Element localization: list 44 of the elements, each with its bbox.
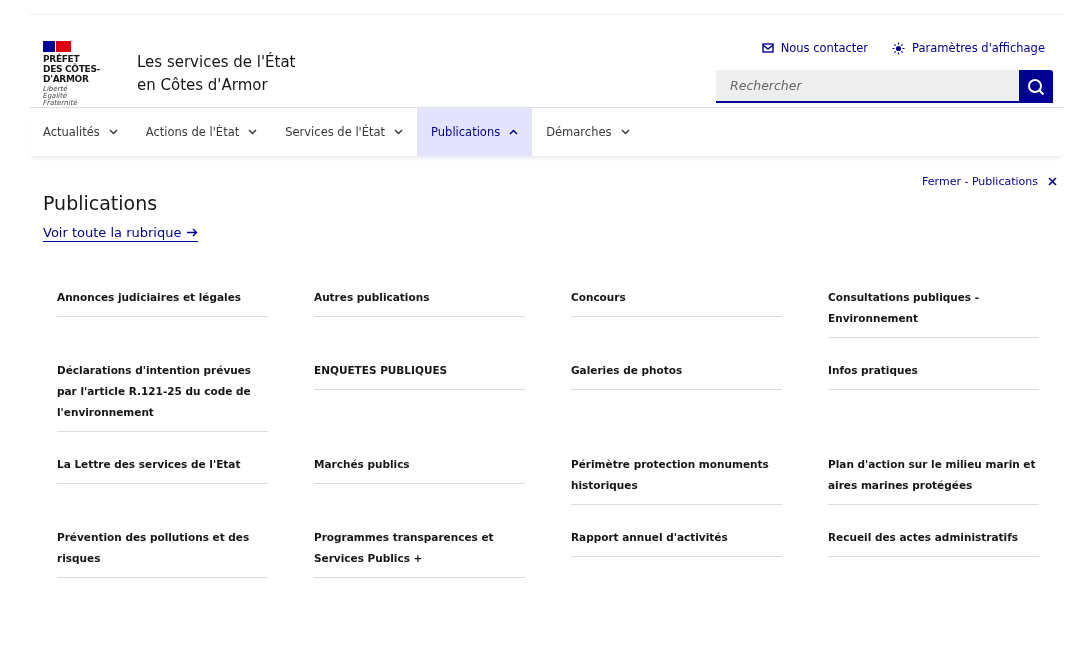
search-icon <box>1027 77 1045 96</box>
logo-text: DES CÔTES- <box>43 64 101 74</box>
site-title: en Côtes d'Armor <box>137 75 269 96</box>
chevron-down-icon <box>394 129 404 135</box>
header-link[interactable]: Nous contacter <box>761 41 869 55</box>
menu-link[interactable]: Annonces judiciaires et légales <box>57 287 268 317</box>
menu-link[interactable]: Rapport annuel d'activités <box>571 527 782 557</box>
menu-link[interactable]: Galeries de photos <box>571 360 782 390</box>
menu-link[interactable]: Déclarations d'intention prévues par l'article R.121-25 du code de l'environnement <box>57 360 268 432</box>
logo-text: D'ARMOR <box>43 74 90 84</box>
chevron-down-icon <box>620 129 630 135</box>
nav-tab[interactable]: Démarches <box>532 108 644 156</box>
close-icon <box>1048 177 1057 186</box>
sun-icon <box>892 41 906 55</box>
arrow-icon <box>187 228 199 237</box>
chevron-up-icon <box>509 129 519 135</box>
menu-link[interactable]: Périmètre protection monuments historiques <box>571 454 782 505</box>
search-button[interactable] <box>1019 70 1053 103</box>
header-link[interactable]: Paramètres d'affichage <box>892 41 1045 55</box>
menu-link[interactable]: Recueil des actes administratifs <box>828 527 1039 557</box>
menu-link[interactable]: Consultations publiques - Environnement <box>828 287 1039 338</box>
nav-tab[interactable]: Actions de l'État <box>131 108 272 156</box>
nav-tab[interactable]: Services de l'État <box>271 108 418 156</box>
nav-tab[interactable]: Actualités <box>30 108 132 156</box>
see-all-link[interactable]: Voir toute la rubrique <box>43 225 199 242</box>
menu-title: Publications <box>43 192 159 214</box>
flag-icon <box>43 41 71 52</box>
menu-link[interactable]: Infos pratiques <box>828 360 1039 390</box>
menu-link[interactable]: Prévention des pollutions et des risques <box>57 527 268 578</box>
chevron-down-icon <box>248 129 258 135</box>
menu-link[interactable]: Marchés publics <box>314 454 525 484</box>
mail-icon <box>761 43 774 53</box>
close-button[interactable]: Fermer - Publications <box>916 175 1063 188</box>
chevron-down-icon <box>108 129 118 135</box>
menu-link[interactable]: Concours <box>571 287 782 317</box>
search-field[interactable]: Rechercher <box>716 70 1019 103</box>
menu-link[interactable]: Autres publications <box>314 287 525 317</box>
menu-link[interactable]: La Lettre des services de l'Etat <box>57 454 268 484</box>
site-title: Les services de l'État <box>137 51 296 73</box>
menu-link[interactable]: Plan d'action sur le milieu marin et aires marines protégées <box>828 454 1039 505</box>
nav-tab[interactable]: Publications <box>417 108 533 156</box>
menu-link[interactable]: ENQUETES PUBLIQUES <box>314 360 525 390</box>
menu-link[interactable]: Programmes transparences et Services Publics + <box>314 527 525 578</box>
logo-text: PRÉFET <box>43 54 80 64</box>
